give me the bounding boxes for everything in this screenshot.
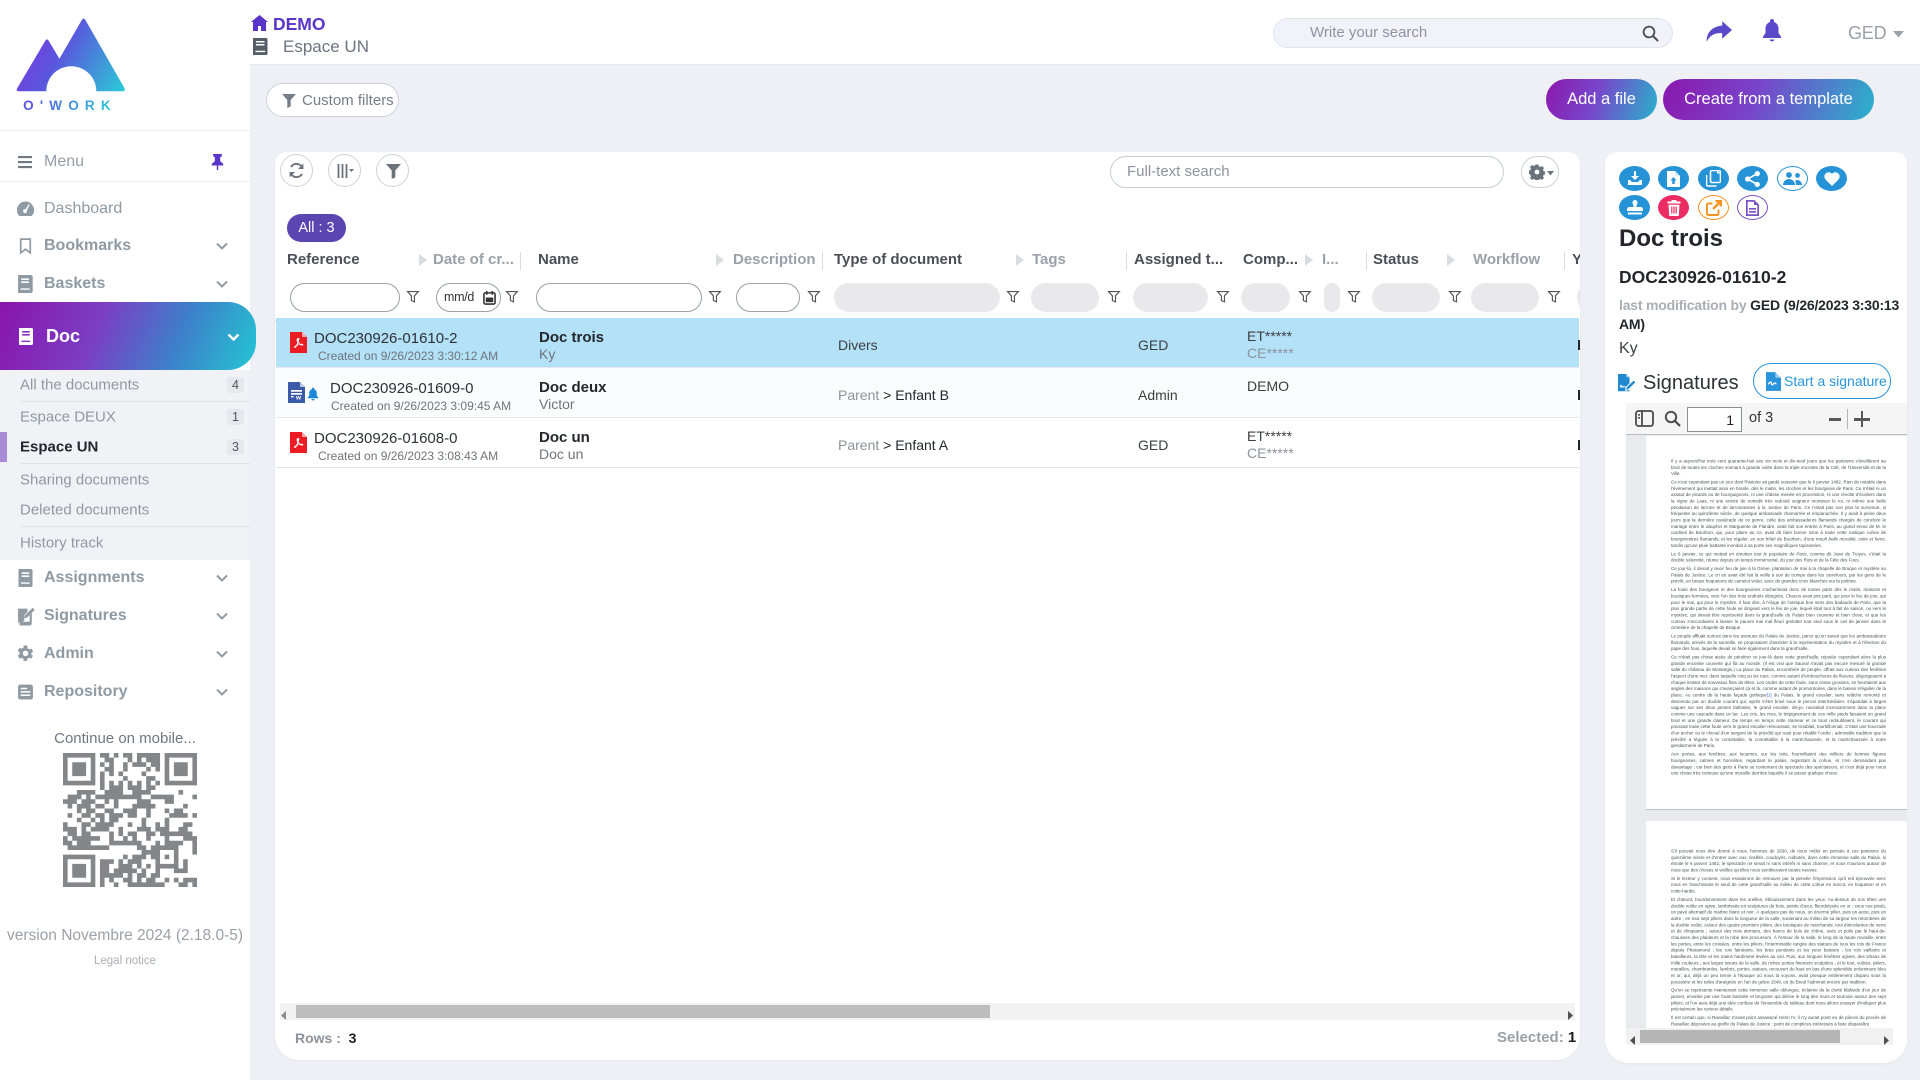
svg-text:O'WORK: O'WORK (23, 98, 117, 113)
svg-text:w: w (295, 395, 302, 402)
